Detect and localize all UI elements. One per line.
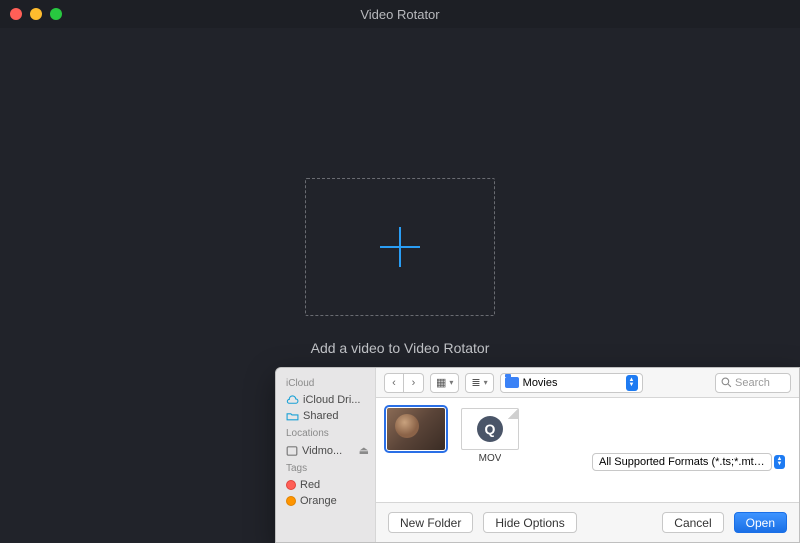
grid-icon: ▦	[436, 376, 446, 389]
chevron-left-icon: ‹	[392, 377, 396, 389]
new-folder-button[interactable]: New Folder	[388, 512, 473, 533]
tag-dot-icon	[286, 496, 296, 506]
folder-icon	[505, 377, 519, 388]
search-placeholder: Search	[735, 377, 770, 389]
nav-back-forward: ‹ ›	[384, 373, 424, 393]
updown-arrows-icon: ▲▼	[626, 375, 638, 391]
location-label: Movies	[523, 377, 558, 389]
add-video-dropzone[interactable]	[305, 178, 495, 316]
open-file-dialog: iCloud iCloud Dri... Shared Locations Vi…	[275, 367, 800, 543]
sidebar-item-label: Shared	[303, 410, 338, 422]
format-filter[interactable]: All Supported Formats (*.ts;*.mts;*.... …	[592, 453, 785, 471]
sidebar-item-shared[interactable]: Shared	[286, 408, 375, 424]
window-controls	[10, 8, 62, 20]
sidebar-item-label: Vidmo...	[302, 445, 342, 457]
zoom-window-button[interactable]	[50, 8, 62, 20]
sidebar-tag-red[interactable]: Red	[286, 477, 375, 493]
sidebar-tag-orange[interactable]: Orange	[286, 493, 375, 509]
file-item-name: MOV	[479, 453, 502, 464]
shared-folder-icon	[286, 411, 299, 421]
location-popup[interactable]: Movies ▲▼	[500, 373, 643, 393]
nav-back-button[interactable]: ‹	[384, 373, 404, 393]
hide-options-button[interactable]: Hide Options	[483, 512, 576, 533]
format-filter-label: All Supported Formats (*.ts;*.mts;*....	[592, 453, 772, 471]
sidebar-item-label: Red	[300, 479, 320, 491]
tag-dot-icon	[286, 480, 296, 490]
plus-icon	[380, 227, 420, 267]
file-browser: Q MOV All Supported Formats (*.ts;*.mts;…	[376, 398, 799, 502]
minimize-window-button[interactable]	[30, 8, 42, 20]
file-dialog-content: ‹ › ▦▾ ≣▾ Movies ▲▼ Search	[376, 368, 799, 542]
chevron-down-icon: ▾	[484, 378, 488, 387]
file-dialog-sidebar: iCloud iCloud Dri... Shared Locations Vi…	[276, 368, 376, 542]
chevron-down-icon: ▾	[449, 378, 453, 387]
file-dialog-bottombar: New Folder Hide Options Cancel Open	[376, 502, 799, 542]
sidebar-item-label: Orange	[300, 495, 337, 507]
search-icon	[721, 377, 732, 388]
mov-thumbnail: Q	[461, 408, 519, 450]
group-icon: ≣	[471, 376, 480, 389]
page-curl-icon	[508, 409, 518, 419]
sidebar-header-icloud: iCloud	[286, 378, 375, 389]
eject-icon[interactable]: ⏏	[359, 444, 369, 457]
sidebar-item-icloud-drive[interactable]: iCloud Dri...	[286, 392, 375, 408]
updown-arrows-icon: ▲▼	[774, 455, 785, 469]
cloud-icon	[286, 395, 299, 405]
window-title: Video Rotator	[0, 7, 800, 22]
view-icon-mode-button[interactable]: ▦▾	[430, 373, 459, 393]
file-item[interactable]	[386, 408, 446, 453]
quicktime-icon: Q	[477, 416, 503, 442]
sidebar-header-locations: Locations	[286, 428, 375, 439]
sidebar-item-vidmo-disk[interactable]: Vidmo... ⏏	[286, 442, 375, 459]
chevron-right-icon: ›	[412, 377, 416, 389]
video-thumbnail	[387, 408, 445, 450]
sidebar-item-label: iCloud Dri...	[303, 394, 360, 406]
cancel-button[interactable]: Cancel	[662, 512, 723, 533]
close-window-button[interactable]	[10, 8, 22, 20]
disk-icon	[286, 445, 298, 457]
nav-forward-button[interactable]: ›	[404, 373, 424, 393]
group-by-button[interactable]: ≣▾	[465, 373, 493, 393]
file-dialog-toolbar: ‹ › ▦▾ ≣▾ Movies ▲▼ Search	[376, 368, 799, 398]
dropzone-label: Add a video to Video Rotator	[311, 340, 490, 356]
sidebar-header-tags: Tags	[286, 463, 375, 474]
titlebar: Video Rotator	[0, 0, 800, 28]
search-field[interactable]: Search	[715, 373, 791, 393]
file-item[interactable]: Q MOV	[460, 408, 520, 464]
open-button[interactable]: Open	[734, 512, 787, 533]
